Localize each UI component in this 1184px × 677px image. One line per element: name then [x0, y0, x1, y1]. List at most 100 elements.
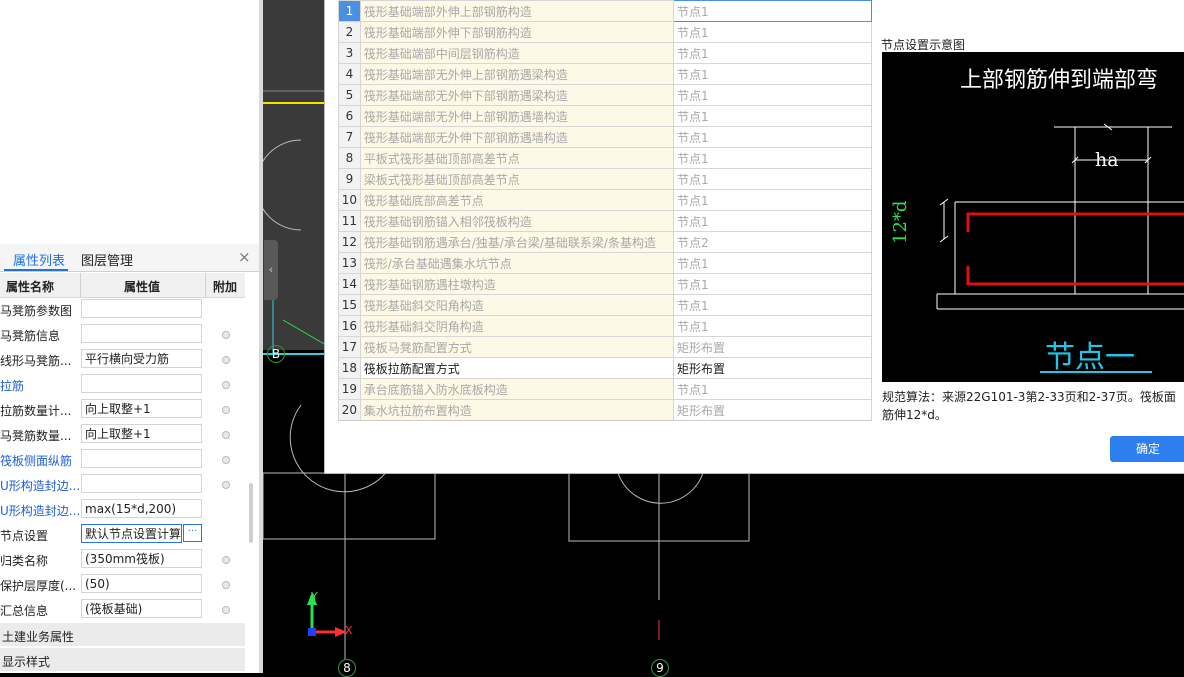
node-row[interactable]: 8 平板式筏形基础顶部高差节点 节点1	[338, 147, 872, 169]
property-name: 拉筋数量计...	[0, 404, 72, 418]
node-value[interactable]: 节点1	[673, 0, 872, 22]
property-name: U形构造封边...	[0, 479, 80, 493]
tab-properties[interactable]: 属性列表	[13, 250, 65, 269]
group-civil-properties[interactable]: 土建业务属性	[0, 623, 245, 646]
node-value[interactable]: 节点1	[673, 42, 872, 64]
node-row[interactable]: 9 梁板式筏形基础顶部高差节点 节点1	[338, 168, 872, 190]
node-row[interactable]: 15 筏形基础斜交阳角构造 节点1	[338, 294, 872, 316]
node-name: 筏形基础端部无外伸下部钢筋遇墙构造	[359, 126, 675, 148]
property-value[interactable]: (筏板基础)	[81, 599, 202, 618]
property-value[interactable]: (50)	[81, 574, 202, 593]
property-value[interactable]	[81, 449, 202, 468]
extra-checkbox[interactable]	[222, 481, 230, 489]
node-row[interactable]: 11 筏形基础钢筋锚入相邻筏板构造 节点1	[338, 210, 872, 232]
property-value[interactable]: 向上取整+1	[81, 399, 202, 418]
node-row[interactable]: 20 集水坑拉筋布置构造 矩形布置	[338, 399, 872, 421]
extra-checkbox[interactable]	[222, 456, 230, 464]
node-value[interactable]: 节点1	[673, 21, 872, 43]
active-tab-indicator	[4, 269, 68, 271]
extra-checkbox[interactable]	[222, 556, 230, 564]
header-name: 属性名称	[6, 280, 55, 294]
group-label: 显示样式	[2, 655, 51, 669]
scrollbar[interactable]	[249, 483, 253, 543]
node-value[interactable]: 节点1	[673, 294, 872, 316]
node-row[interactable]: 6 筏形基础端部无外伸上部钢筋遇墙构造 节点1	[338, 105, 872, 127]
property-value[interactable]	[81, 324, 202, 343]
node-value[interactable]: 节点1	[673, 273, 872, 295]
property-value[interactable]: max(15*d,200)	[81, 499, 202, 518]
node-name: 筏形基础底部高差节点	[359, 189, 675, 211]
property-name: 节点设置	[0, 529, 49, 543]
node-row[interactable]: 19 承台底筋锚入防水底板构造 节点1	[338, 378, 872, 400]
node-value[interactable]: 节点1	[673, 147, 872, 169]
extra-checkbox[interactable]	[222, 331, 230, 339]
node-settings-ellipsis-button[interactable]: ···	[183, 524, 202, 542]
extra-checkbox[interactable]	[222, 356, 230, 364]
node-row[interactable]: 18 筏板拉筋配置方式 矩形布置	[338, 357, 872, 379]
node-row[interactable]: 16 筏形基础斜交阴角构造 节点1	[338, 315, 872, 337]
node-index: 19	[338, 378, 361, 400]
node-row[interactable]: 1 筏形基础端部外伸上部钢筋构造 节点1	[338, 0, 872, 22]
property-name: 马凳筋参数图	[0, 304, 73, 318]
extra-checkbox[interactable]	[222, 406, 230, 414]
node-name: 筏形基础端部无外伸上部钢筋遇梁构造	[359, 63, 675, 85]
node-name: 筏形基础端部无外伸下部钢筋遇梁构造	[359, 84, 675, 106]
node-value[interactable]: 矩形布置	[673, 399, 872, 421]
property-value[interactable]	[81, 374, 202, 393]
node-value[interactable]: 矩形布置	[673, 336, 872, 358]
property-row: 马凳筋参数图	[0, 297, 245, 322]
node-row[interactable]: 10 筏形基础底部高差节点 节点1	[338, 189, 872, 211]
node-index: 1	[338, 0, 361, 22]
node-value[interactable]: 节点1	[673, 378, 872, 400]
node-row[interactable]: 12 筏形基础钢筋遇承台/独基/承台梁/基础联系梁/条基构造 节点2	[338, 231, 872, 253]
property-value[interactable]	[81, 299, 202, 318]
node-name: 筏形基础斜交阳角构造	[359, 294, 675, 316]
property-value[interactable]: 向上取整+1	[81, 424, 202, 443]
node-value[interactable]: 节点1	[673, 315, 872, 337]
node-value[interactable]: 节点2	[673, 231, 872, 253]
node-value[interactable]: 节点1	[673, 189, 872, 211]
node-value[interactable]: 节点1	[673, 105, 872, 127]
node-row[interactable]: 4 筏形基础端部无外伸上部钢筋遇梁构造 节点1	[338, 63, 872, 85]
node-value[interactable]: 节点1	[673, 126, 872, 148]
node-row[interactable]: 2 筏形基础端部外伸下部钢筋构造 节点1	[338, 21, 872, 43]
property-name: 汇总信息	[0, 604, 49, 618]
property-value[interactable]	[81, 474, 202, 493]
node-row[interactable]: 3 筏形基础端部中间层钢筋构造 节点1	[338, 42, 872, 64]
node-name: 筏形基础钢筋锚入相邻筏板构造	[359, 210, 675, 232]
node-row[interactable]: 13 筏形/承台基础遇集水坑节点 节点1	[338, 252, 872, 274]
extra-checkbox[interactable]	[222, 431, 230, 439]
property-row: 节点设置 默认节点设置计算 ···	[0, 522, 245, 547]
node-value[interactable]: 矩形布置	[673, 357, 872, 379]
node-settings-value[interactable]: 默认节点设置计算	[81, 524, 182, 543]
property-row: 筏板侧面纵筋	[0, 447, 245, 472]
group-display-style[interactable]: 显示样式	[0, 648, 245, 671]
node-name: 梁板式筏形基础顶部高差节点	[359, 168, 675, 190]
node-value[interactable]: 节点1	[673, 252, 872, 274]
node-index: 6	[338, 105, 361, 127]
property-value[interactable]: (350mm筏板)	[81, 549, 202, 568]
node-value[interactable]: 节点1	[673, 210, 872, 232]
property-value[interactable]: 平行横向受力筋	[81, 349, 202, 368]
property-name: 马凳筋信息	[0, 329, 61, 343]
property-row: U形构造封边... max(15*d,200)	[0, 497, 245, 522]
node-value[interactable]: 节点1	[673, 63, 872, 85]
extra-checkbox[interactable]	[222, 581, 230, 589]
node-row[interactable]: 7 筏形基础端部无外伸下部钢筋遇墙构造 节点1	[338, 126, 872, 148]
node-row[interactable]: 17 筏板马凳筋配置方式 矩形布置	[338, 336, 872, 358]
schematic-label: 节点设置示意图	[881, 38, 966, 52]
node-value[interactable]: 节点1	[673, 168, 872, 190]
node-row[interactable]: 14 筏形基础钢筋遇柱墩构造 节点1	[338, 273, 872, 295]
tab-layers[interactable]: 图层管理	[81, 250, 133, 269]
close-icon[interactable]: ×	[238, 248, 251, 266]
table-footer-line	[338, 420, 872, 429]
ok-button[interactable]: 确定	[1110, 436, 1184, 462]
collapse-panel-button[interactable]: ‹	[264, 240, 278, 300]
extra-checkbox[interactable]	[222, 606, 230, 614]
node-row[interactable]: 5 筏形基础端部无外伸下部钢筋遇梁构造 节点1	[338, 84, 872, 106]
property-row: 归类名称 (350mm筏板)	[0, 547, 245, 572]
node-value[interactable]: 节点1	[673, 84, 872, 106]
axis-x-label: X	[345, 624, 353, 637]
extra-checkbox[interactable]	[222, 381, 230, 389]
node-name: 平板式筏形基础顶部高差节点	[359, 147, 675, 169]
